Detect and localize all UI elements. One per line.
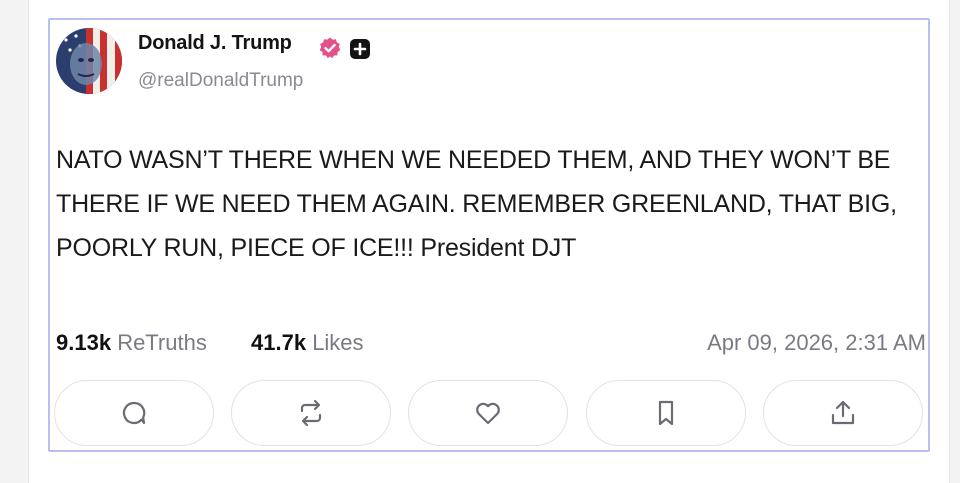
author-display-name[interactable]: Donald J. Trump xyxy=(138,32,292,55)
post-stats: 9.13k ReTruths 41.7k Likes Apr 09, 2026,… xyxy=(56,326,926,358)
bookmark-icon xyxy=(658,400,674,426)
reply-button[interactable] xyxy=(54,380,214,446)
reply-icon xyxy=(122,401,146,425)
retruth-button[interactable] xyxy=(231,380,391,446)
likes-count: 41.7k xyxy=(251,330,307,355)
retruths-count: 9.13k xyxy=(56,330,112,355)
retruths-stat[interactable]: 9.13k ReTruths xyxy=(56,330,207,356)
avatar-image xyxy=(56,28,122,94)
bookmark-button[interactable] xyxy=(586,380,746,446)
share-button[interactable] xyxy=(763,380,923,446)
plus-square-icon xyxy=(350,39,370,59)
verified-badge-icon xyxy=(319,37,341,59)
post-timestamp[interactable]: Apr 09, 2026, 2:31 AM xyxy=(707,330,926,356)
post-card[interactable]: Donald J. Trump @realDonaldTrump NATO WA… xyxy=(48,18,930,452)
post-text: NATO WASN’T THERE WHEN WE NEEDED THEM, A… xyxy=(56,146,897,262)
retruths-label: ReTruths xyxy=(117,330,207,355)
heart-icon xyxy=(476,402,500,425)
likes-stat[interactable]: 41.7k Likes xyxy=(251,330,364,356)
avatar[interactable] xyxy=(56,28,122,94)
likes-label: Likes xyxy=(312,330,364,355)
share-icon xyxy=(831,400,855,425)
author-handle[interactable]: @realDonaldTrump xyxy=(138,70,303,92)
like-button[interactable] xyxy=(408,380,568,446)
retruth-icon xyxy=(300,399,322,427)
